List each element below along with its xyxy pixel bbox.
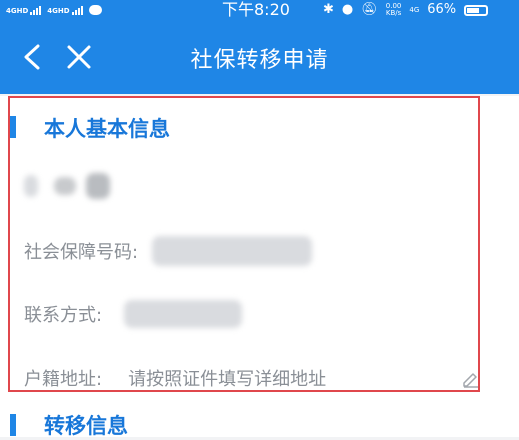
- personal-section-title: 本人基本信息: [44, 117, 170, 141]
- contact-row[interactable]: 联系方式:: [24, 294, 489, 334]
- page-title: 社保转移申请: [190, 48, 329, 73]
- alarm-icon: ●: [341, 2, 354, 17]
- social-security-row[interactable]: 社会保障号码:: [24, 231, 489, 271]
- social-security-label: 社会保障号码:: [24, 242, 139, 263]
- transfer-info-card: 转移信息: [0, 410, 519, 438]
- name-row[interactable]: [24, 166, 489, 206]
- name-value-blurred: [54, 177, 76, 195]
- address-label: 户籍地址:: [24, 369, 103, 390]
- status-time: 下午8:20: [222, 0, 290, 19]
- contact-value-blurred: [124, 300, 243, 328]
- mute-icon: 🔕︎: [361, 2, 378, 17]
- status-left-group: 4GHD 4GHD: [6, 0, 102, 20]
- status-bar: 4GHD 4GHD 下午8:20 ✱ ● 🔕︎ 0.00 KB/s 4G 66%: [0, 0, 519, 20]
- signal-label: 4GHD: [6, 6, 29, 15]
- status-right-group: ✱ ● 🔕︎ 0.00 KB/s 4G 66%: [323, 0, 489, 20]
- nav-bar: 社保转移申请: [0, 20, 519, 94]
- battery-icon: [464, 4, 489, 16]
- edit-pencil-icon[interactable]: [461, 368, 481, 388]
- signal-icon-2: 4GHD: [47, 5, 83, 15]
- signal-label-2: 4GHD: [47, 6, 70, 15]
- name-label-blurred: [24, 175, 38, 197]
- network-type: 4G: [409, 5, 420, 14]
- section-accent-bar-2: [10, 414, 16, 436]
- signal-icon: 4GHD: [6, 5, 42, 15]
- contact-label: 联系方式:: [24, 305, 103, 326]
- section-accent-bar: [10, 116, 16, 138]
- battery-percent: 66%: [427, 2, 457, 17]
- social-security-value-blurred: [152, 236, 313, 266]
- address-row[interactable]: 户籍地址: 请按照证件填写详细地址: [24, 358, 489, 398]
- personal-info-card: 本人基本信息 社会保障号码: 联系方式: 户籍地址: 请按照证件填写详细地址: [0, 96, 519, 410]
- transfer-section-title: 转移信息: [44, 414, 128, 438]
- address-input[interactable]: 请按照证件填写详细地址: [128, 365, 326, 391]
- network-speed: 0.00 KB/s: [385, 2, 402, 17]
- name-value-blurred-2: [86, 173, 110, 199]
- message-icon: [88, 5, 102, 15]
- bluetooth-icon: ✱: [323, 2, 334, 17]
